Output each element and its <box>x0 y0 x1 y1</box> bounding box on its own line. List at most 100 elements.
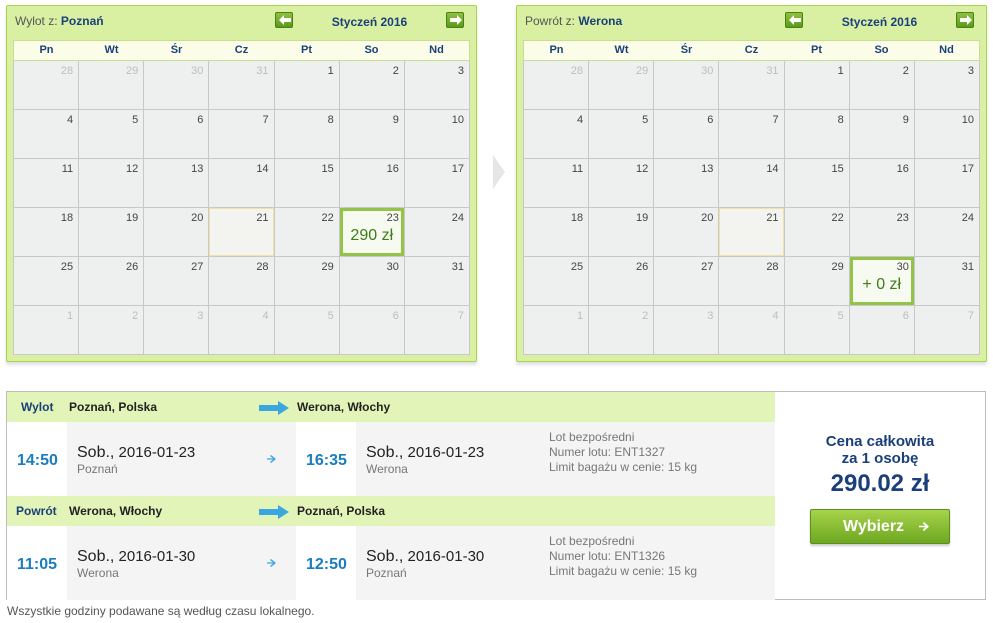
day-cell[interactable]: 2 <box>589 306 655 355</box>
day-cell[interactable]: 12 <box>589 159 655 208</box>
day-cell[interactable]: 29 <box>274 257 340 306</box>
day-cell[interactable]: 25 <box>14 257 80 306</box>
day-cell[interactable]: 31 <box>719 61 785 110</box>
day-cell[interactable]: 1 <box>784 61 850 110</box>
day-cell[interactable]: 31 <box>914 257 980 306</box>
day-cell[interactable]: 3 <box>914 61 980 110</box>
day-cell[interactable]: 26 <box>589 257 655 306</box>
selected-day-cell[interactable]: 23 290 zł <box>339 208 405 257</box>
day-cell[interactable]: 11 <box>524 159 590 208</box>
day-cell[interactable]: 19 <box>589 208 655 257</box>
calendar-week: 1 2 3 4 5 6 7 <box>524 306 980 355</box>
day-cell[interactable]: 1 <box>14 306 80 355</box>
day-cell[interactable]: 31 <box>404 257 470 306</box>
day-cell[interactable]: 15 <box>784 159 850 208</box>
day-number: 5 <box>132 114 139 126</box>
day-cell[interactable]: 3 <box>654 306 720 355</box>
day-cell[interactable]: 8 <box>274 110 340 159</box>
day-cell[interactable]: 8 <box>784 110 850 159</box>
calendar-week: 11 12 13 14 15 16 17 <box>524 159 980 208</box>
day-cell[interactable]: 11 <box>14 159 80 208</box>
day-cell[interactable]: 15 <box>274 159 340 208</box>
day-cell[interactable]: 4 <box>209 306 275 355</box>
day-cell[interactable]: 14 <box>209 159 275 208</box>
day-cell[interactable]: 2 <box>849 61 915 110</box>
day-cell[interactable]: 29 <box>589 61 655 110</box>
day-cell[interactable]: 24 <box>404 208 470 257</box>
day-cell[interactable]: 30 <box>339 257 405 306</box>
day-cell[interactable]: 19 <box>79 208 145 257</box>
next-month-button[interactable] <box>956 12 974 28</box>
day-cell[interactable]: 14 <box>719 159 785 208</box>
day-cell[interactable]: 28 <box>524 61 590 110</box>
day-cell[interactable]: 20 <box>144 208 210 257</box>
day-cell[interactable]: 9 <box>339 110 405 159</box>
day-cell[interactable]: 21 <box>209 208 275 257</box>
selected-day-cell[interactable]: 30 + 0 zł <box>849 257 915 306</box>
baggage-limit: Limit bagażu w cenie: 15 kg <box>549 460 698 474</box>
day-cell[interactable]: 2 <box>79 306 145 355</box>
day-cell[interactable]: 16 <box>339 159 405 208</box>
weekday-label: Pn <box>549 44 564 56</box>
day-cell[interactable]: 28 <box>14 61 80 110</box>
day-cell[interactable]: 27 <box>144 257 210 306</box>
day-cell[interactable]: 7 <box>209 110 275 159</box>
day-number: 19 <box>636 212 649 224</box>
day-cell[interactable]: 1 <box>274 61 340 110</box>
prev-month-button[interactable] <box>275 12 293 28</box>
day-cell[interactable]: 9 <box>849 110 915 159</box>
prev-month-button[interactable] <box>785 12 803 28</box>
day-cell[interactable]: 17 <box>914 159 980 208</box>
day-cell[interactable]: 26 <box>79 257 145 306</box>
day-cell[interactable]: 3 <box>404 61 470 110</box>
day-cell[interactable]: 5 <box>79 110 145 159</box>
day-cell[interactable]: 6 <box>339 306 405 355</box>
day-cell[interactable]: 28 <box>209 257 275 306</box>
day-cell[interactable]: 30 <box>144 61 210 110</box>
day-cell[interactable]: 22 <box>274 208 340 257</box>
day-cell[interactable]: 21 <box>719 208 785 257</box>
day-cell[interactable]: 5 <box>784 306 850 355</box>
day-cell[interactable]: 7 <box>719 110 785 159</box>
day-cell[interactable]: 28 <box>719 257 785 306</box>
day-cell[interactable]: 6 <box>144 110 210 159</box>
day-number: 2 <box>642 310 649 322</box>
day-cell[interactable]: 10 <box>914 110 980 159</box>
day-cell[interactable]: 16 <box>849 159 915 208</box>
day-cell[interactable]: 18 <box>524 208 590 257</box>
day-number: 28 <box>60 65 74 77</box>
day-cell[interactable]: 4 <box>524 110 590 159</box>
day-cell[interactable]: 31 <box>209 61 275 110</box>
day-cell[interactable]: 13 <box>654 159 720 208</box>
day-cell[interactable]: 7 <box>404 306 470 355</box>
day-cell[interactable]: 27 <box>654 257 720 306</box>
flight-result: Wylot Poznań, Polska Werona, Włochy 14:5… <box>6 391 986 600</box>
day-cell[interactable]: 24 <box>914 208 980 257</box>
day-cell[interactable]: 29 <box>79 61 145 110</box>
day-cell[interactable]: 29 <box>784 257 850 306</box>
day-cell[interactable]: 12 <box>79 159 145 208</box>
day-cell[interactable]: 5 <box>274 306 340 355</box>
day-cell[interactable]: 23 <box>849 208 915 257</box>
day-cell[interactable]: 2 <box>339 61 405 110</box>
day-cell[interactable]: 1 <box>524 306 590 355</box>
day-cell[interactable]: 30 <box>654 61 720 110</box>
day-cell[interactable]: 18 <box>14 208 80 257</box>
day-cell[interactable]: 17 <box>404 159 470 208</box>
day-cell[interactable]: 6 <box>654 110 720 159</box>
day-cell[interactable]: 20 <box>654 208 720 257</box>
day-cell[interactable]: 3 <box>144 306 210 355</box>
choose-button[interactable]: Wybierz <box>810 509 950 544</box>
weekday-label: So <box>874 44 889 56</box>
day-cell[interactable]: 10 <box>404 110 470 159</box>
day-cell[interactable]: 25 <box>524 257 590 306</box>
day-cell[interactable]: 7 <box>914 306 980 355</box>
weekday-label: Cz <box>234 44 249 56</box>
day-cell[interactable]: 4 <box>14 110 80 159</box>
day-cell[interactable]: 4 <box>719 306 785 355</box>
day-cell[interactable]: 6 <box>849 306 915 355</box>
next-month-button[interactable] <box>446 12 464 28</box>
day-cell[interactable]: 22 <box>784 208 850 257</box>
day-cell[interactable]: 13 <box>144 159 210 208</box>
day-cell[interactable]: 5 <box>589 110 655 159</box>
